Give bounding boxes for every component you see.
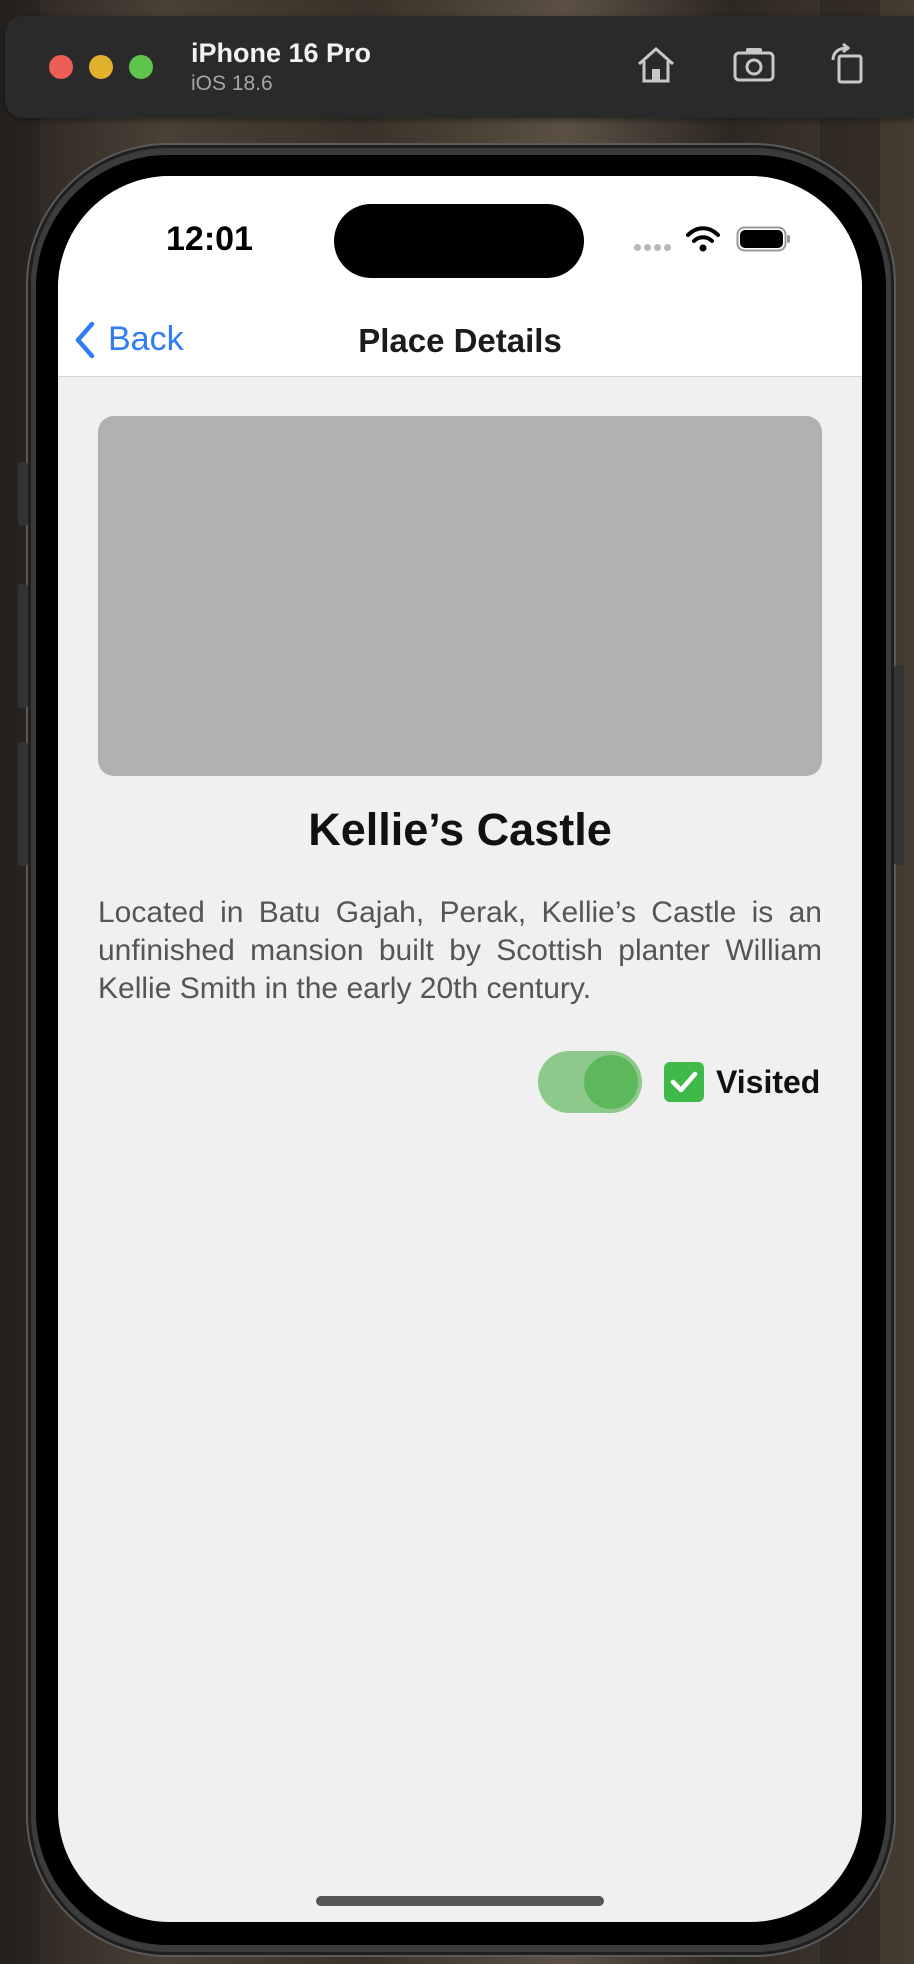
visited-row: Visited — [538, 1051, 820, 1113]
place-image — [98, 416, 822, 776]
wifi-icon — [686, 226, 720, 252]
visited-label: Visited — [716, 1063, 821, 1100]
simulator-toolbar: iPhone 16 Pro iOS 18.6 — [5, 16, 914, 118]
navigation-bar: Back Place Details — [58, 296, 862, 377]
side-button — [18, 462, 28, 526]
device-name: iPhone 16 Pro — [191, 38, 372, 68]
dynamic-island — [334, 204, 584, 278]
battery-icon — [736, 226, 790, 252]
home-icon[interactable] — [633, 42, 679, 88]
rotate-icon[interactable] — [825, 42, 871, 88]
page-title: Place Details — [358, 322, 562, 359]
zoom-window-button[interactable] — [129, 55, 153, 79]
home-indicator[interactable] — [316, 1896, 604, 1906]
toggle-knob — [584, 1055, 638, 1109]
volume-up-button — [18, 584, 28, 708]
power-button — [894, 665, 904, 865]
place-name: Kellie’s Castle — [308, 804, 612, 855]
volume-down-button — [18, 742, 28, 866]
close-window-button[interactable] — [49, 55, 73, 79]
cellular-signal-icon — [634, 238, 674, 256]
minimize-window-button[interactable] — [89, 55, 113, 79]
screenshot-icon[interactable] — [731, 42, 777, 88]
status-time: 12:01 — [166, 220, 253, 258]
place-description: Located in Batu Gajah, Perak, Kellie’s C… — [98, 896, 822, 1005]
status-bar: 12:01 — [58, 176, 862, 296]
phone-screen: 12:01 Back Place Details Kellie’s Castle… — [58, 176, 862, 1922]
os-version: iOS 18.6 — [191, 72, 273, 95]
check-mark-icon — [664, 1062, 704, 1102]
visited-toggle[interactable] — [538, 1051, 642, 1113]
